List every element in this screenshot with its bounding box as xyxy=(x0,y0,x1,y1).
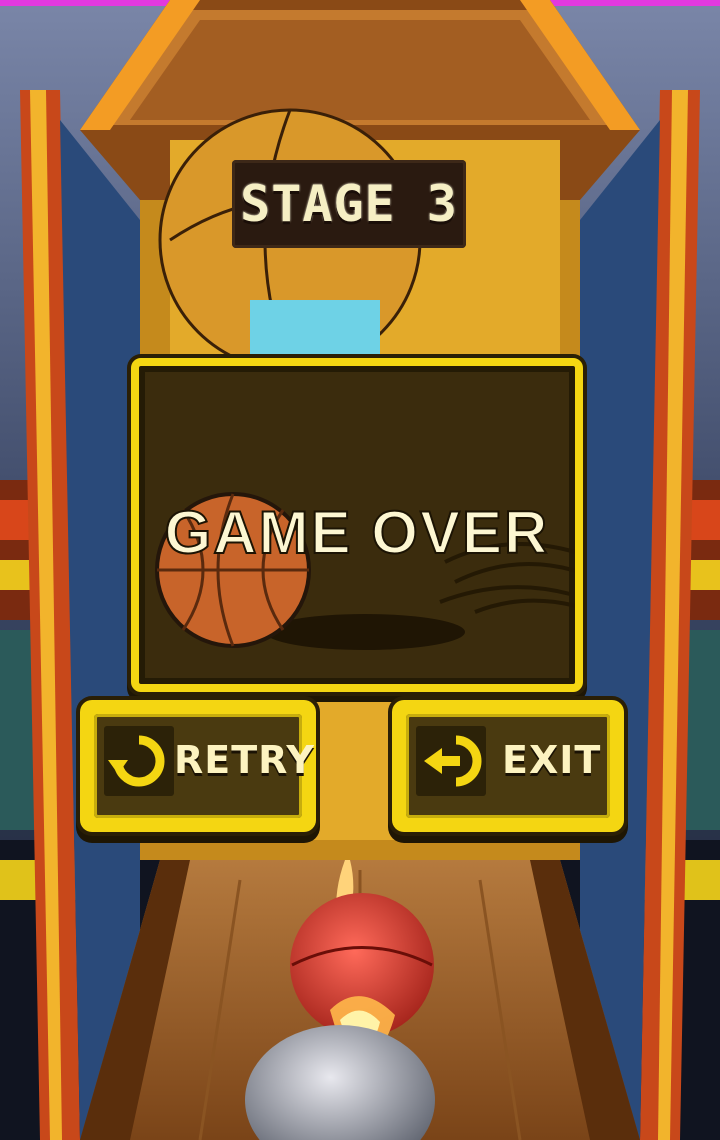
retry-button-face[interactable]: RETRY xyxy=(94,714,314,818)
retry-label: RETRY xyxy=(174,738,315,782)
stage-plate: STAGE 3 xyxy=(232,160,466,248)
stage-label: STAGE 3 xyxy=(240,175,458,233)
game-scene: STAGE 3 GAME OVER RETRY EXIT xyxy=(0,0,720,1140)
retry-button[interactable]: RETRY xyxy=(80,700,316,832)
exit-icon xyxy=(424,735,482,787)
exit-button[interactable]: EXIT xyxy=(392,700,624,832)
exit-icon-box xyxy=(416,726,486,796)
retry-icon-box xyxy=(104,726,174,796)
exit-label: EXIT xyxy=(502,738,602,782)
game-over-panel-inner: GAME OVER xyxy=(145,372,575,678)
game-over-title: GAME OVER xyxy=(164,498,550,567)
retry-icon xyxy=(108,735,165,787)
game-over-panel: GAME OVER xyxy=(131,358,583,692)
exit-button-face[interactable]: EXIT xyxy=(406,714,610,818)
